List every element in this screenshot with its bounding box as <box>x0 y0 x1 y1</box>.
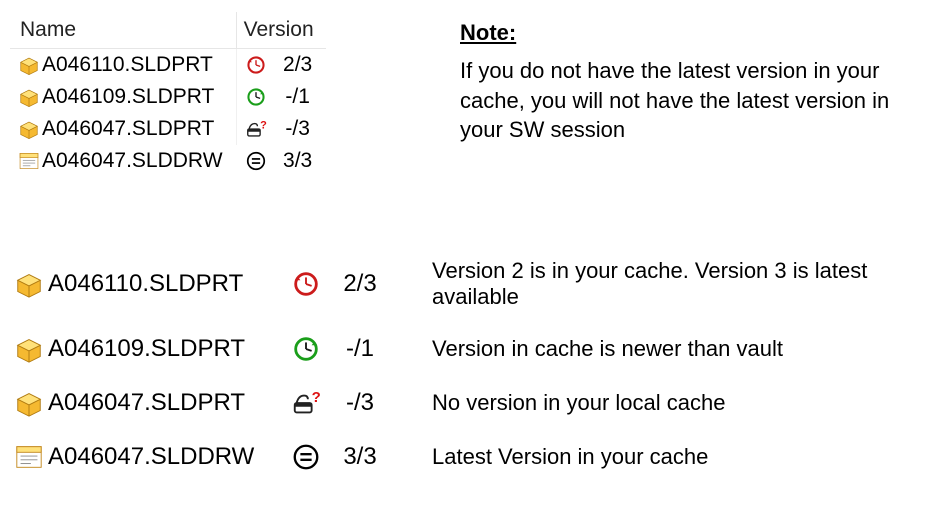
file-name: A046110.SLDPRT <box>40 49 237 82</box>
current-version-icon <box>245 150 267 172</box>
version-text: -/3 <box>273 113 326 145</box>
table-row: A046047.SLDPRT -/3 <box>10 113 326 145</box>
old-version-icon <box>291 269 321 299</box>
version-text: -/3 <box>328 389 392 417</box>
version-text: 3/3 <box>328 443 392 471</box>
drawing-icon <box>18 150 40 172</box>
old-version-icon <box>245 54 267 76</box>
version-text: 2/3 <box>273 49 326 82</box>
newer-version-icon <box>245 86 267 108</box>
note-body: If you do not have the latest version in… <box>460 56 915 145</box>
legend-row: A046110.SLDPRT 2/3 Version 2 is in your … <box>14 258 924 310</box>
version-text: 2/3 <box>328 270 392 298</box>
file-name: A046109.SLDPRT <box>40 81 237 113</box>
table-row: A046110.SLDPRT 2/3 <box>10 49 326 82</box>
current-version-icon <box>291 442 321 472</box>
part-icon <box>18 118 40 140</box>
file-name: A046047.SLDPRT <box>44 389 284 417</box>
legend-description: Version in cache is newer than vault <box>392 336 924 362</box>
file-version-table: Name Version A046110.SLDPRT 2/3 A046109.… <box>10 12 326 177</box>
table-row: A046047.SLDDRW 3/3 <box>10 145 326 177</box>
legend-row: A046047.SLDDRW 3/3 Latest Version in you… <box>14 442 924 472</box>
newer-version-icon <box>291 334 321 364</box>
part-icon <box>18 86 40 108</box>
drawing-icon <box>14 442 44 472</box>
part-icon <box>14 269 44 299</box>
file-name: A046047.SLDDRW <box>40 145 237 177</box>
legend-row: A046109.SLDPRT -/1 Version in cache is n… <box>14 334 924 364</box>
version-text: -/1 <box>273 81 326 113</box>
legend-description: No version in your local cache <box>392 390 924 416</box>
version-text: 3/3 <box>273 145 326 177</box>
legend-description: Latest Version in your cache <box>392 444 924 470</box>
note-heading: Note: <box>460 20 915 46</box>
no-cache-icon <box>291 388 321 418</box>
version-text: -/1 <box>328 335 392 363</box>
file-name: A046047.SLDDRW <box>44 443 284 471</box>
part-icon <box>14 334 44 364</box>
col-name: Name <box>10 12 237 49</box>
file-name: A046110.SLDPRT <box>44 270 284 298</box>
version-legend: A046110.SLDPRT 2/3 Version 2 is in your … <box>14 258 924 496</box>
col-version: Version <box>237 12 327 49</box>
legend-description: Version 2 is in your cache. Version 3 is… <box>392 258 924 310</box>
file-name: A046047.SLDPRT <box>40 113 237 145</box>
part-icon <box>18 54 40 76</box>
no-cache-icon <box>245 118 267 140</box>
legend-row: A046047.SLDPRT -/3 No version in your lo… <box>14 388 924 418</box>
note-block: Note: If you do not have the latest vers… <box>460 20 915 145</box>
file-name: A046109.SLDPRT <box>44 335 284 363</box>
table-row: A046109.SLDPRT -/1 <box>10 81 326 113</box>
part-icon <box>14 388 44 418</box>
